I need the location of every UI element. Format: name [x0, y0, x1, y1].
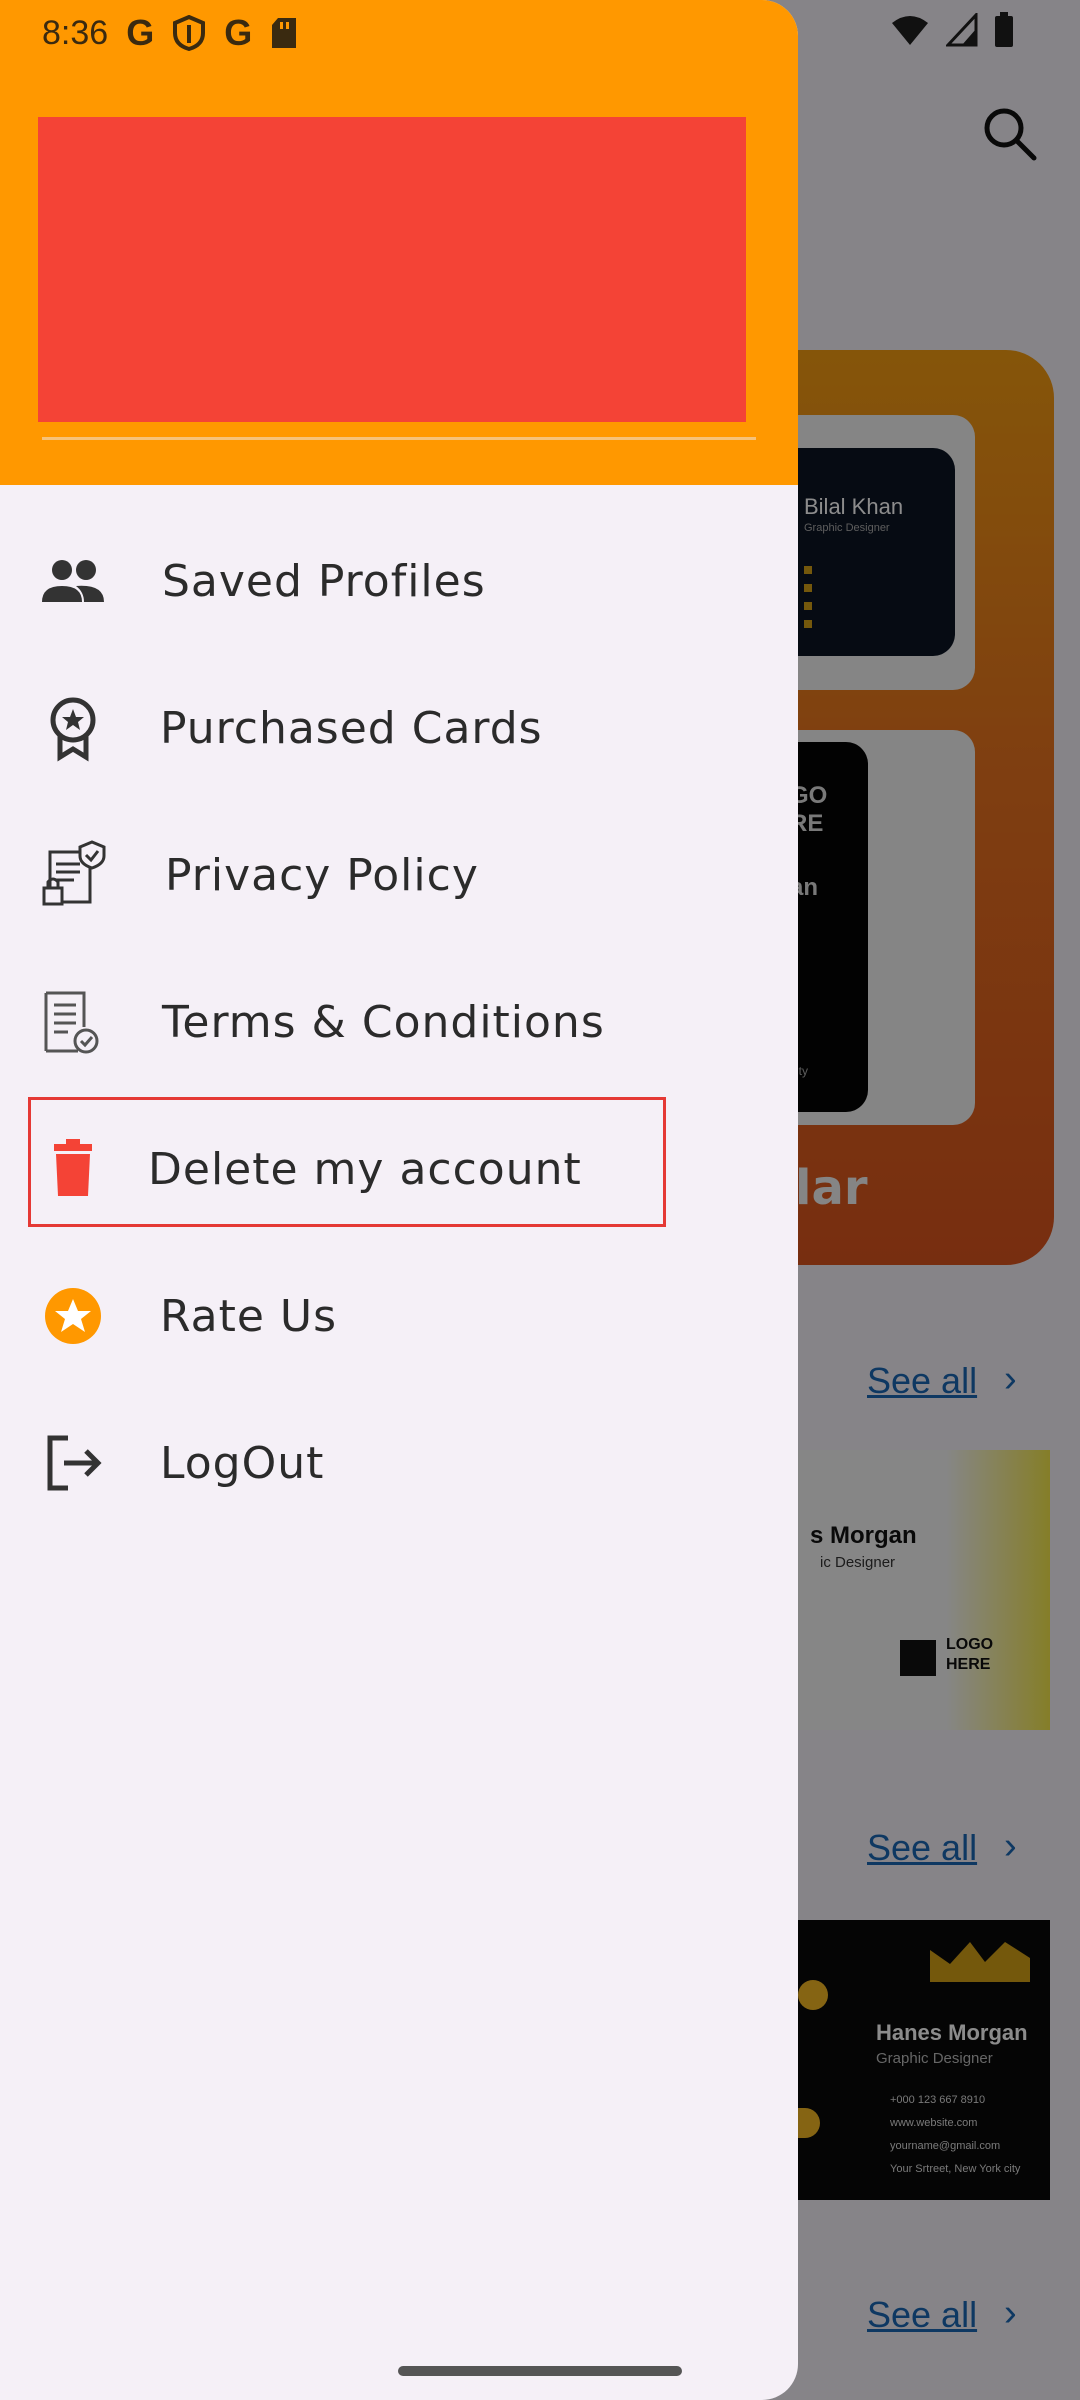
- drawer-item-label: Delete my account: [148, 1143, 582, 1195]
- shield-icon: [173, 15, 206, 51]
- drawer-item-logout[interactable]: LogOut: [0, 1403, 760, 1523]
- status-bar: 8:36 G G: [42, 8, 298, 58]
- signal-icon: [946, 13, 978, 47]
- privacy-document-icon: [42, 840, 106, 906]
- drawer-item-purchased-cards[interactable]: Purchased Cards: [0, 668, 760, 788]
- drawer-header: 8:36 G G: [0, 0, 798, 485]
- drawer-item-terms-conditions[interactable]: Terms & Conditions: [0, 962, 760, 1082]
- logout-icon: [47, 1435, 102, 1491]
- google-g-icon: G: [126, 12, 155, 53]
- profile-header-block: [38, 117, 746, 422]
- people-icon: [42, 560, 104, 602]
- award-badge-icon: [50, 697, 96, 762]
- drawer-item-privacy-policy[interactable]: Privacy Policy: [0, 815, 760, 935]
- drawer-item-label: Privacy Policy: [165, 849, 479, 901]
- status-time: 8:36: [42, 13, 109, 52]
- drawer-item-saved-profiles[interactable]: Saved Profiles: [0, 521, 760, 641]
- drawer-item-rate-us[interactable]: Rate Us: [0, 1256, 760, 1376]
- sd-card-icon: [272, 18, 297, 48]
- trash-icon: [54, 1139, 92, 1196]
- header-divider: [42, 437, 756, 440]
- wifi-icon: [892, 16, 928, 45]
- drawer-item-label: Purchased Cards: [160, 702, 543, 754]
- drawer-item-label: Terms & Conditions: [162, 996, 605, 1048]
- gesture-home-bar[interactable]: [398, 2366, 682, 2376]
- drawer-item-label: Rate Us: [160, 1290, 338, 1342]
- drawer-item-label: Saved Profiles: [162, 555, 486, 607]
- drawer-item-label: LogOut: [160, 1437, 325, 1489]
- battery-icon: [995, 12, 1013, 47]
- star-circle-icon: [45, 1288, 101, 1344]
- drawer-item-delete-account[interactable]: Delete my account: [0, 1109, 760, 1229]
- terms-document-icon: [44, 991, 99, 1054]
- status-bar-right: [890, 12, 1014, 48]
- navigation-drawer: 8:36 G G Saved Profiles Purchased Cards …: [0, 0, 798, 2400]
- google-g-icon: G: [224, 12, 253, 53]
